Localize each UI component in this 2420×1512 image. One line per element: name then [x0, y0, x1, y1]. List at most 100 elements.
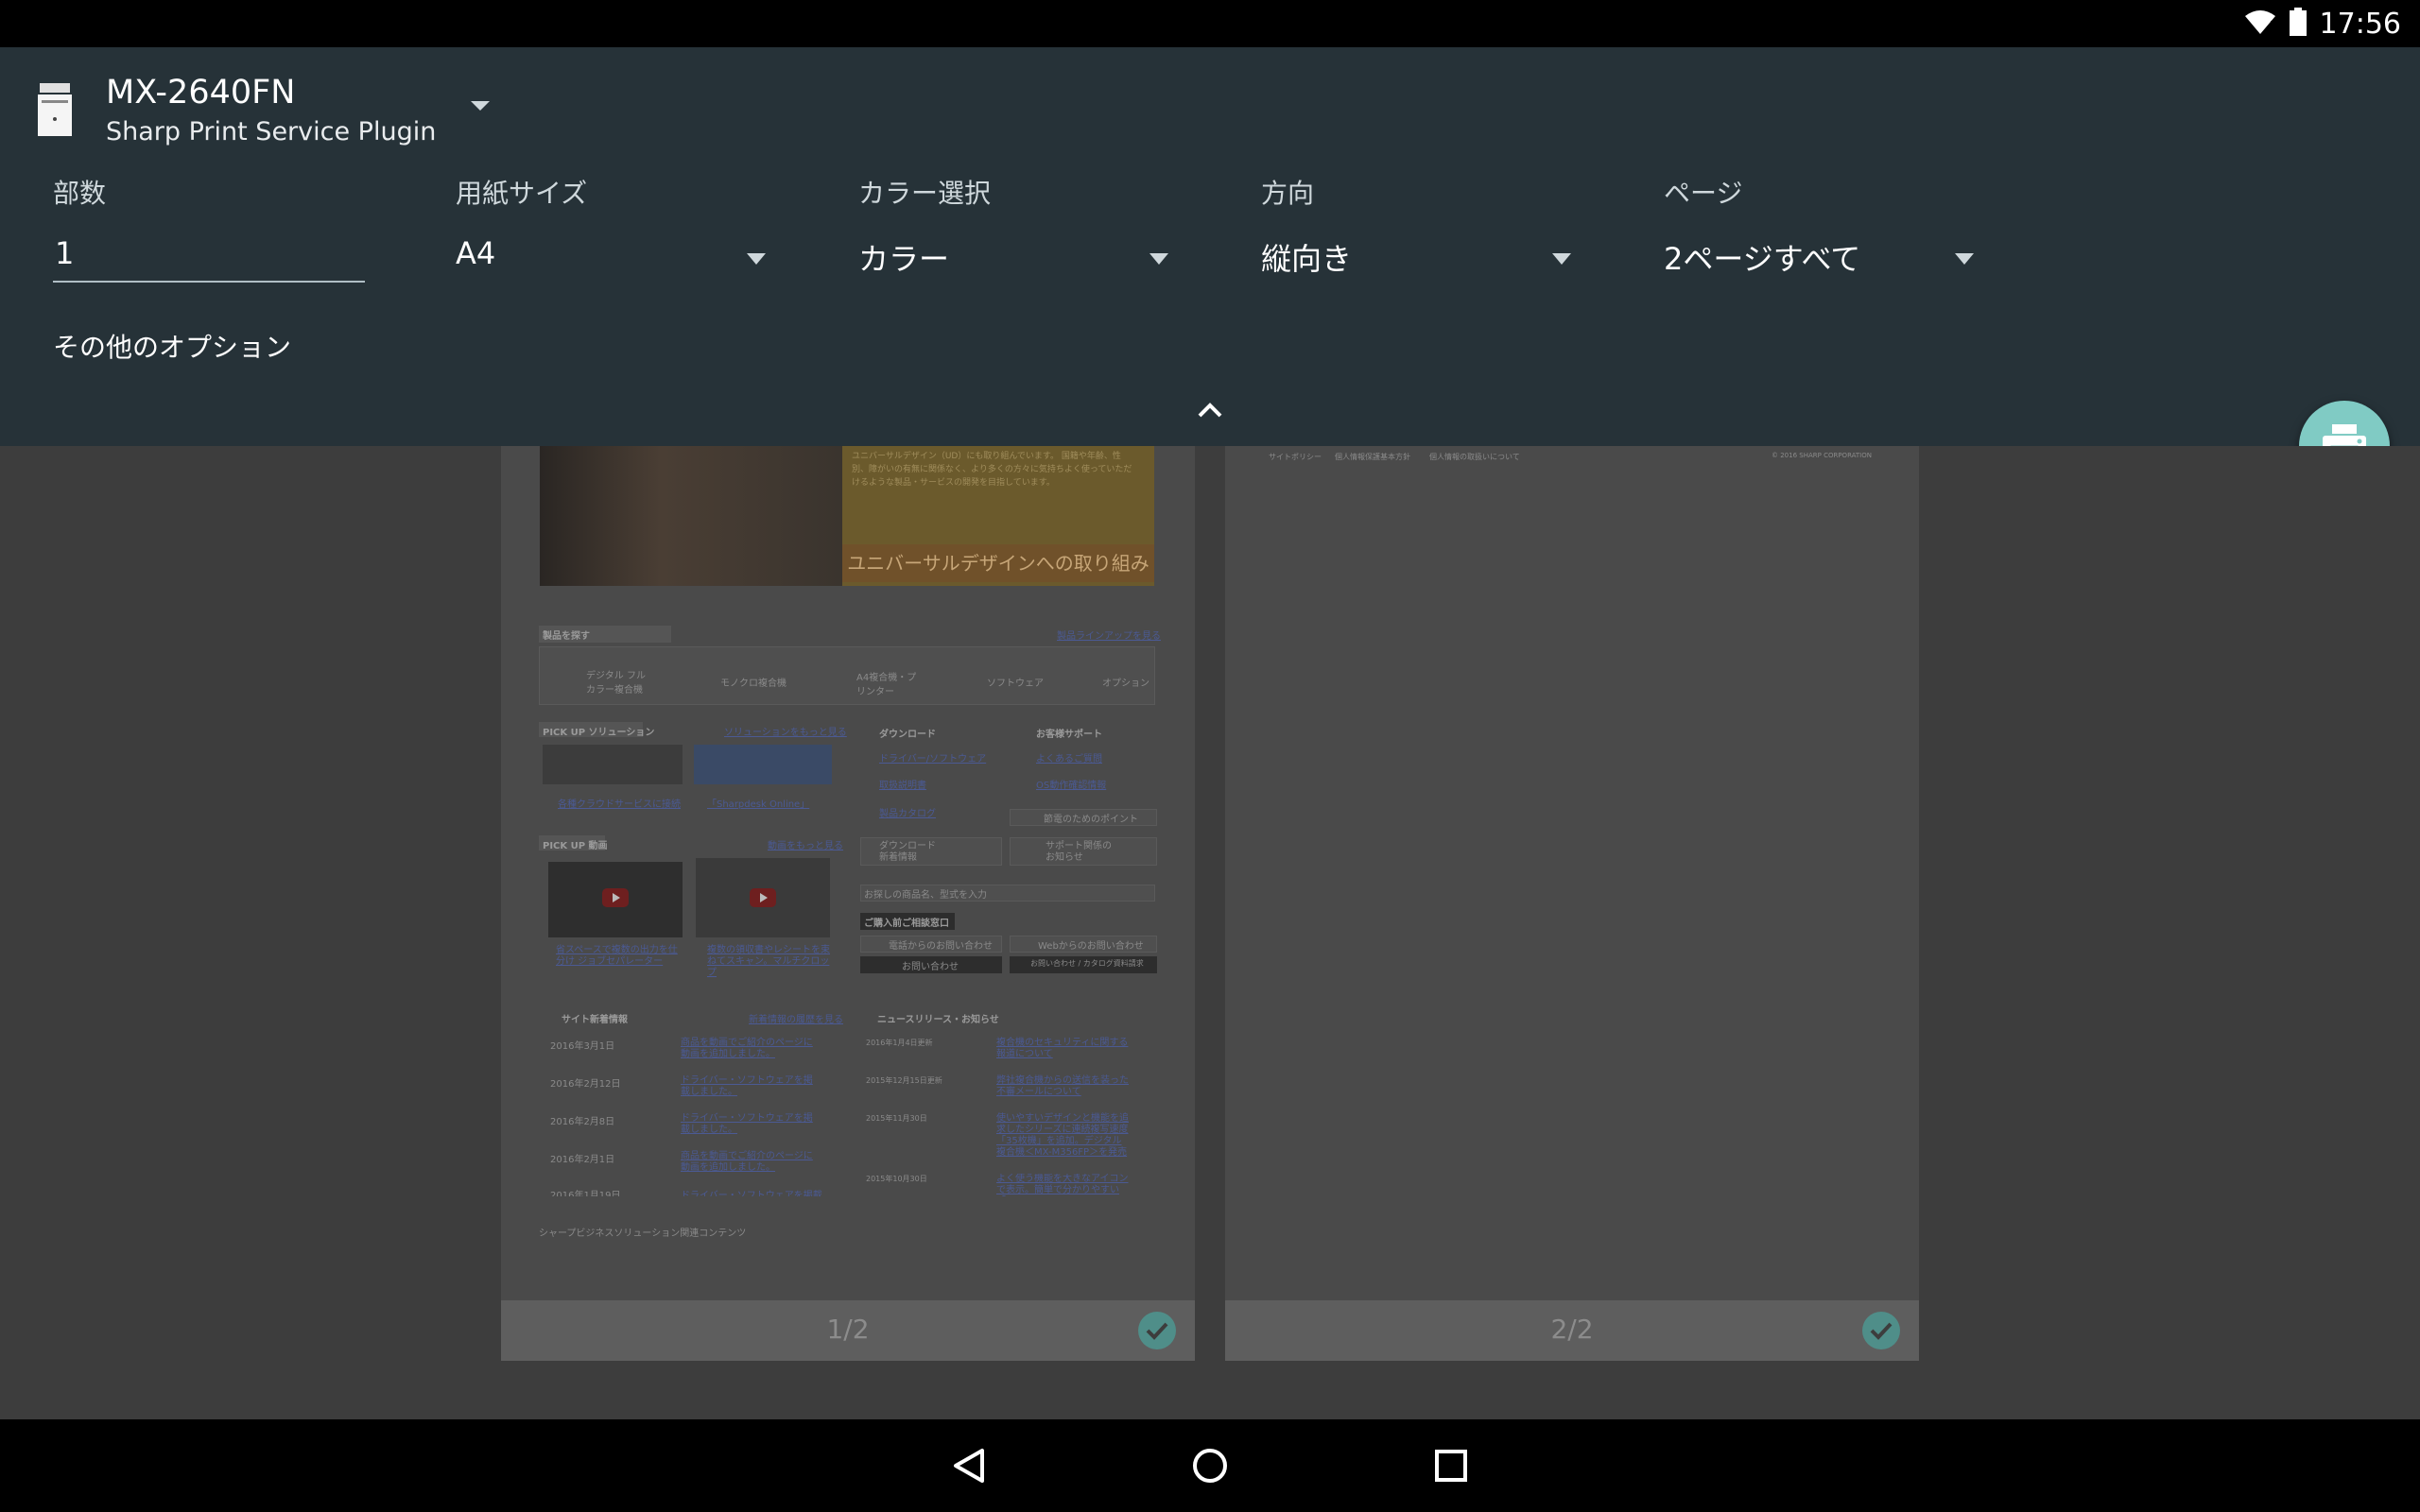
page-number: 1/2 [826, 1314, 870, 1345]
recents-icon[interactable] [1427, 1442, 1475, 1489]
video-item[interactable]: 複数の領収書やレシートを束ねてスキャン。マルチクロップ [707, 945, 830, 979]
printer-selector[interactable]: MX-2640FN Sharp Print Service Plugin [38, 70, 436, 164]
page-number: 2/2 [1550, 1314, 1594, 1345]
hero-caption: ユニバーサルデザインへの取り組み [842, 544, 1154, 582]
news-item[interactable]: ドライバー・ソフトウェアを掲載 [681, 1187, 822, 1196]
print-options-panel: MX-2640FN Sharp Print Service Plugin 部数 … [0, 47, 2420, 446]
download-banner-label: ダウンロード 新着情報 [879, 841, 936, 863]
catalog-button-label: お問い合わせ / カタログ資料請求 [1030, 959, 1144, 968]
solution-item[interactable]: 「Sharpdesk Online」 [707, 796, 809, 810]
wifi-icon [2244, 9, 2276, 39]
chevron-up-icon[interactable] [1196, 399, 1224, 420]
download-link[interactable]: 取扱説明書 [879, 777, 926, 791]
video-thumb[interactable] [548, 862, 683, 937]
download-link[interactable]: ドライバー/ソフトウェア [879, 750, 986, 765]
hero-banner: ユニバーサルデザイン（UD）にも取り組んでいます。 国籍や年齢、性別、障がいの有… [540, 446, 1154, 586]
video-thumb[interactable] [696, 858, 830, 937]
navigation-bar [0, 1419, 2420, 1512]
lineup-link[interactable]: 製品ラインアップを見る [1057, 627, 1161, 642]
inquiry-button-label: お問い合わせ [902, 962, 959, 972]
solution-item[interactable]: 各種クラウドサービスに接続 [558, 796, 681, 810]
press-date: 2016年1月4日更新 [866, 1039, 933, 1047]
site-news-heading: サイト新着情報 [562, 1015, 628, 1025]
pages-label: ページ [1664, 178, 1743, 209]
dropdown-arrow-icon [1150, 250, 1168, 265]
paper-size-option[interactable]: 用紙サイズ A4 [456, 175, 766, 271]
dropdown-arrow-icon [747, 250, 766, 265]
orientation-label: 方向 [1261, 178, 1315, 209]
orientation-value: 縦向き [1261, 241, 1353, 277]
search-placeholder: お探しの商品名、型式を入力 [864, 890, 987, 901]
support-link[interactable]: よくあるご質問 [1036, 750, 1102, 765]
copies-input[interactable]: 1 [55, 235, 74, 271]
page-footer: 1/2 [501, 1300, 1195, 1361]
news-item[interactable]: ドライバー・ソフトウェアを掲載しました。 [681, 1075, 813, 1098]
press-item[interactable]: 使いやすいデザインと機能を追求したシリーズに連続複写速度「35枚機」を追加。デジ… [996, 1113, 1129, 1159]
footer-link[interactable]: 個人情報保護基本方針 [1335, 452, 1410, 462]
dropdown-arrow-icon [1552, 250, 1571, 265]
pages-option[interactable]: ページ 2ページすべて [1664, 175, 1974, 277]
page-footer: 2/2 [1225, 1300, 1919, 1361]
preview-page-2[interactable]: サイトポリシー 個人情報保護基本方針 個人情報の取扱いについて © 2016 S… [1225, 446, 1919, 1361]
color-option[interactable]: カラー選択 カラー [858, 175, 1168, 277]
clock: 17:56 [2319, 7, 2401, 41]
orientation-option[interactable]: 方向 縦向き [1261, 175, 1571, 277]
news-date: 2016年3月1日 [550, 1041, 615, 1052]
web-inquiry: Webからのお問い合わせ [1038, 941, 1144, 952]
footer-link[interactable]: サイトポリシー [1269, 452, 1322, 462]
preview-page-1[interactable]: ユニバーサルデザイン（UD）にも取り組んでいます。 国籍や年齢、性別、障がいの有… [501, 446, 1195, 1361]
printer-name: MX-2640FN [106, 74, 296, 112]
eco-point: 節電のためのポイント [1044, 815, 1138, 825]
check-icon[interactable] [1862, 1312, 1900, 1349]
copyright: © 2016 SHARP CORPORATION [1772, 452, 1872, 459]
press-date: 2015年11月30日 [866, 1114, 927, 1123]
color-label: カラー選択 [858, 178, 992, 209]
category-item[interactable]: モノクロ複合機 [720, 675, 786, 689]
chevron-down-icon[interactable] [469, 98, 492, 113]
hero-text: ユニバーサルデザイン（UD）にも取り組んでいます。 国籍や年齢、性別、障がいの有… [852, 452, 1132, 488]
related-contents: シャープビジネスソリューション関連コンテンツ [539, 1228, 747, 1239]
support-banner-label: サポート関係の お知らせ [1046, 841, 1112, 863]
footer-link[interactable]: 個人情報の取扱いについて [1429, 452, 1520, 462]
support-link[interactable]: OS動作確認情報 [1036, 777, 1106, 791]
find-products-heading: 製品を探す [543, 631, 590, 642]
dropdown-arrow-icon [1955, 250, 1974, 265]
press-item[interactable]: 複合機のセキュリティに関する報道について [996, 1038, 1129, 1060]
news-item[interactable]: ドライバー・ソフトウェアを掲載しました。 [681, 1113, 813, 1136]
video-more-link[interactable]: 動画をもっと見る [768, 837, 843, 851]
more-options-link[interactable]: その他のオプション [53, 327, 291, 365]
news-date: 2016年2月1日 [550, 1155, 615, 1165]
inquiry-heading: ご購入前ご相談窓口 [864, 919, 949, 929]
press-item[interactable]: よく使う機能を大きなアイコンで表示。簡単で分かりやすい「シン [996, 1174, 1129, 1196]
solution-more-link[interactable]: ソリューションをもっと見る [724, 724, 847, 738]
solution-thumb [694, 745, 832, 784]
download-link[interactable]: 製品カタログ [879, 805, 936, 819]
pickup-video-heading: PICK UP 動画 [543, 841, 608, 851]
press-item[interactable]: 弊社複合機からの送信を装った不審メールについて [996, 1075, 1129, 1098]
news-date: 2016年2月8日 [550, 1117, 615, 1127]
news-date: 2016年2月12日 [550, 1079, 621, 1090]
color-value: カラー [858, 241, 950, 277]
pickup-solution-heading: PICK UP ソリューション [543, 728, 655, 738]
back-icon[interactable] [945, 1442, 993, 1489]
download-heading: ダウンロード [879, 730, 936, 740]
category-item[interactable]: A4複合機・プリンター [856, 669, 923, 697]
home-icon[interactable] [1186, 1442, 1234, 1489]
site-news-more-link[interactable]: 新着情報の履歴を見る [749, 1011, 843, 1025]
page-sheet: ユニバーサルデザイン（UD）にも取り組んでいます。 国籍や年齢、性別、障がいの有… [501, 446, 1195, 1300]
copies-label: 部数 [53, 178, 107, 209]
check-icon[interactable] [1138, 1312, 1176, 1349]
video-item[interactable]: 省スペースで複数の出力を仕分け ジョブセパレーター [556, 945, 679, 968]
category-item[interactable]: デジタル フルカラー複合機 [586, 667, 652, 696]
copies-underline [53, 281, 365, 283]
news-item[interactable]: 商品を動画でご紹介のページに動画を追加しました。 [681, 1038, 813, 1060]
press-heading: ニュースリリース・お知らせ [877, 1015, 999, 1025]
news-date: 2016年1月19日 [550, 1191, 621, 1196]
pages-value: 2ページすべて [1664, 241, 1861, 277]
category-item[interactable]: ソフトウェア [987, 675, 1044, 689]
status-bar: 17:56 [0, 0, 2420, 47]
category-item[interactable]: オプション [1102, 675, 1150, 689]
paper-size-value: A4 [456, 235, 496, 271]
news-item[interactable]: 商品を動画でご紹介のページに動画を追加しました。 [681, 1151, 813, 1174]
press-date: 2015年10月30日 [866, 1175, 927, 1183]
